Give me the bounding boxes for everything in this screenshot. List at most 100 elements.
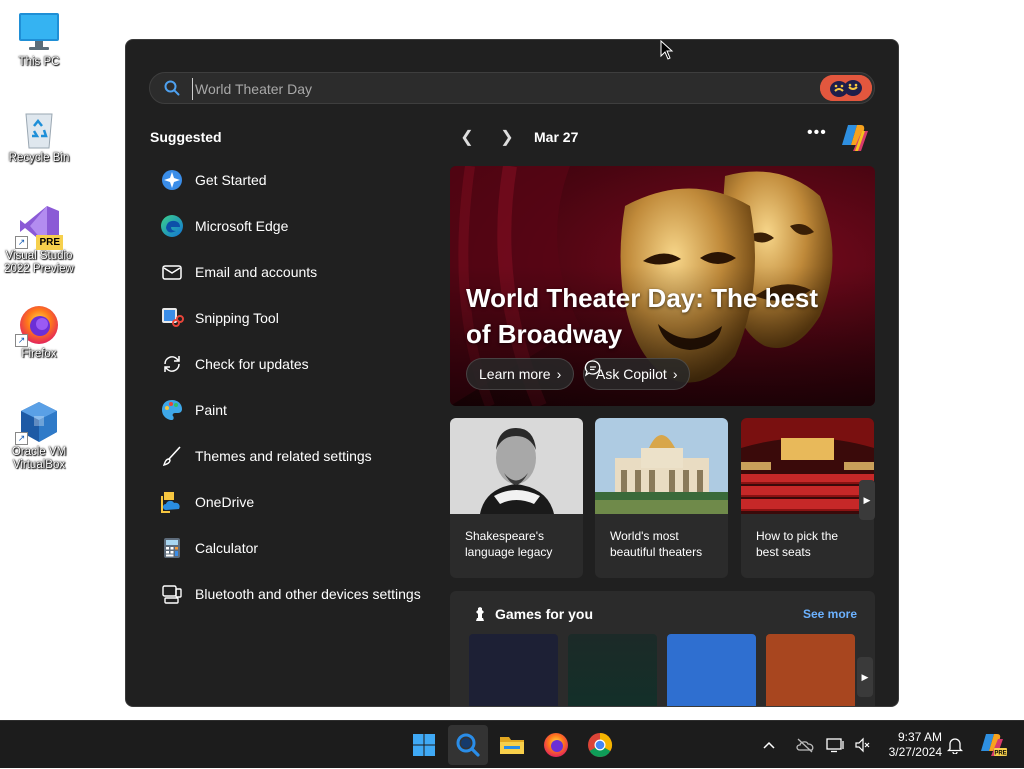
highlight-card-theaters[interactable]: World's most beautiful theaters [595,418,728,578]
desktop-icon-virtualbox[interactable]: ↗ Oracle VM VirtualBox [3,400,75,472]
firefox-icon [544,733,568,757]
hero-title: World Theater Day: The best of Broadway [466,283,819,349]
suggested-item-microsoft-edge[interactable]: Microsoft Edge [150,203,440,249]
clock-date: 3/27/2024 [888,745,942,759]
firefox-icon: ↗ [15,302,61,347]
chevron-left-icon[interactable]: ❮ [458,128,476,148]
chrome-icon [588,733,613,758]
calculator-icon [159,535,185,561]
preview-badge: PRE [36,235,63,250]
game-tile[interactable] [766,634,855,706]
suggested-item-get-started[interactable]: Get Started [150,157,440,203]
card-caption: World's most beautiful theaters [610,529,703,559]
highlight-date: Mar 27 [534,129,579,145]
palace-theater-image [595,418,728,514]
svg-text:PRE: PRE [994,751,1006,757]
ask-copilot-button[interactable]: Ask Copilot › [583,358,691,390]
suggested-item-themes-settings[interactable]: Themes and related settings [150,433,440,479]
devices-icon [159,581,185,607]
onedrive-tray-button[interactable] [795,721,815,769]
suggested-item-label: Microsoft Edge [195,218,289,234]
start-icon [413,734,435,756]
suggested-item-email-accounts[interactable]: Email and accounts [150,249,440,295]
paint-icon [159,397,185,423]
mail-icon [159,259,185,285]
clock-time: 9:37 AM [897,730,942,744]
suggested-item-label: OneDrive [195,494,255,510]
onedrive-icon [159,489,185,515]
suggested-item-snipping-tool[interactable]: Snipping Tool [150,295,440,341]
desktop-icon-visual-studio[interactable]: PRE ↗ Visual Studio 2022 Preview [3,204,75,276]
taskbar-clock[interactable]: 9:37 AM 3/27/2024 [889,730,942,760]
suggested-item-label: Email and accounts [195,264,318,280]
notifications-button[interactable] [947,721,963,769]
learn-more-button[interactable]: Learn more › [466,358,575,390]
taskbar-firefox-button[interactable] [536,725,576,765]
chevron-right-icon[interactable]: ❯ [498,128,516,148]
desktop-icon-label: Firefox [21,348,57,360]
display-icon [826,738,844,753]
suggested-item-paint[interactable]: Paint [150,387,440,433]
suggested-list: Get Started Microsoft Edge Email and acc… [150,157,440,617]
game-tile[interactable] [568,634,657,706]
desktop-icon-recycle-bin[interactable]: Recycle Bin [3,106,75,165]
file-explorer-button[interactable] [492,725,532,765]
suggested-item-check-for-updates[interactable]: Check for updates [150,341,440,387]
sync-icon [159,351,185,377]
search-input[interactable] [192,78,797,100]
search-icon [164,80,180,96]
suggested-item-label: Check for updates [195,356,309,372]
hero-card[interactable]: World Theater Day: The best of Broadway … [450,166,875,406]
game-tile[interactable] [667,634,756,706]
taskbar-search-button[interactable] [448,725,488,765]
desktop-icon-label: Oracle VM VirtualBox [11,446,67,471]
recycle-bin-icon [17,106,61,150]
taskbar-chrome-button[interactable] [580,725,620,765]
chevron-right-icon: › [672,366,678,382]
mouse-cursor-icon [660,40,674,60]
suggested-item-onedrive[interactable]: OneDrive [150,479,440,525]
suggested-item-label: Get Started [195,172,267,188]
desktop-icon-label: Recycle Bin [8,152,70,164]
search-icon [456,733,480,757]
chat-bubble-icon [584,360,601,377]
highlight-card-shakespeare[interactable]: Shakespeare's language legacy [450,418,583,578]
suggested-item-label: Paint [195,402,227,418]
network-sound-button[interactable] [826,721,872,769]
file-explorer-icon [500,737,524,754]
snipping-tool-icon [159,305,185,331]
theater-masks-icon [820,75,872,101]
show-hidden-icons-button[interactable] [762,721,776,769]
copilot-icon: PRE [981,734,1007,757]
computer-icon [17,10,61,54]
chevron-up-icon [763,741,775,749]
shortcut-arrow-icon: ↗ [15,236,28,249]
start-button[interactable] [404,725,444,765]
highlights-nav: ❮ ❯ Mar 27 ••• [458,123,878,153]
more-options-icon[interactable]: ••• [807,124,827,142]
see-more-link[interactable]: See more [803,607,857,621]
suggested-item-bluetooth-devices[interactable]: Bluetooth and other devices settings [150,571,440,617]
desktop-icon-firefox[interactable]: ↗ Firefox [3,302,75,361]
cards-next-icon[interactable]: ▶ [859,480,875,520]
suggested-heading: Suggested [150,129,222,145]
desktop-icon-this-pc[interactable]: This PC [3,10,75,69]
chevron-right-icon: › [556,366,562,382]
suggested-item-label: Themes and related settings [195,448,372,464]
chess-piece-icon [476,607,484,621]
copilot-taskbar-button[interactable]: PRE [979,721,1007,769]
card-caption: How to pick the best seats [756,529,839,559]
virtualbox-icon: ↗ [15,400,61,445]
games-section: Games for you See more ▶ [450,591,875,706]
game-tile[interactable] [469,634,558,706]
suggested-item-label: Calculator [195,540,259,556]
search-highlight-badge[interactable] [820,75,872,101]
search-box[interactable] [149,72,875,104]
copilot-icon[interactable] [839,123,871,153]
suggested-item-label: Snipping Tool [195,310,279,326]
cloud-offline-icon [796,738,814,753]
games-next-icon[interactable]: ▶ [857,657,873,697]
highlight-card-best-seats[interactable]: How to pick the best seats [741,418,874,578]
taskbar: 9:37 AM 3/27/2024 PRE [0,720,1024,768]
suggested-item-calculator[interactable]: Calculator [150,525,440,571]
